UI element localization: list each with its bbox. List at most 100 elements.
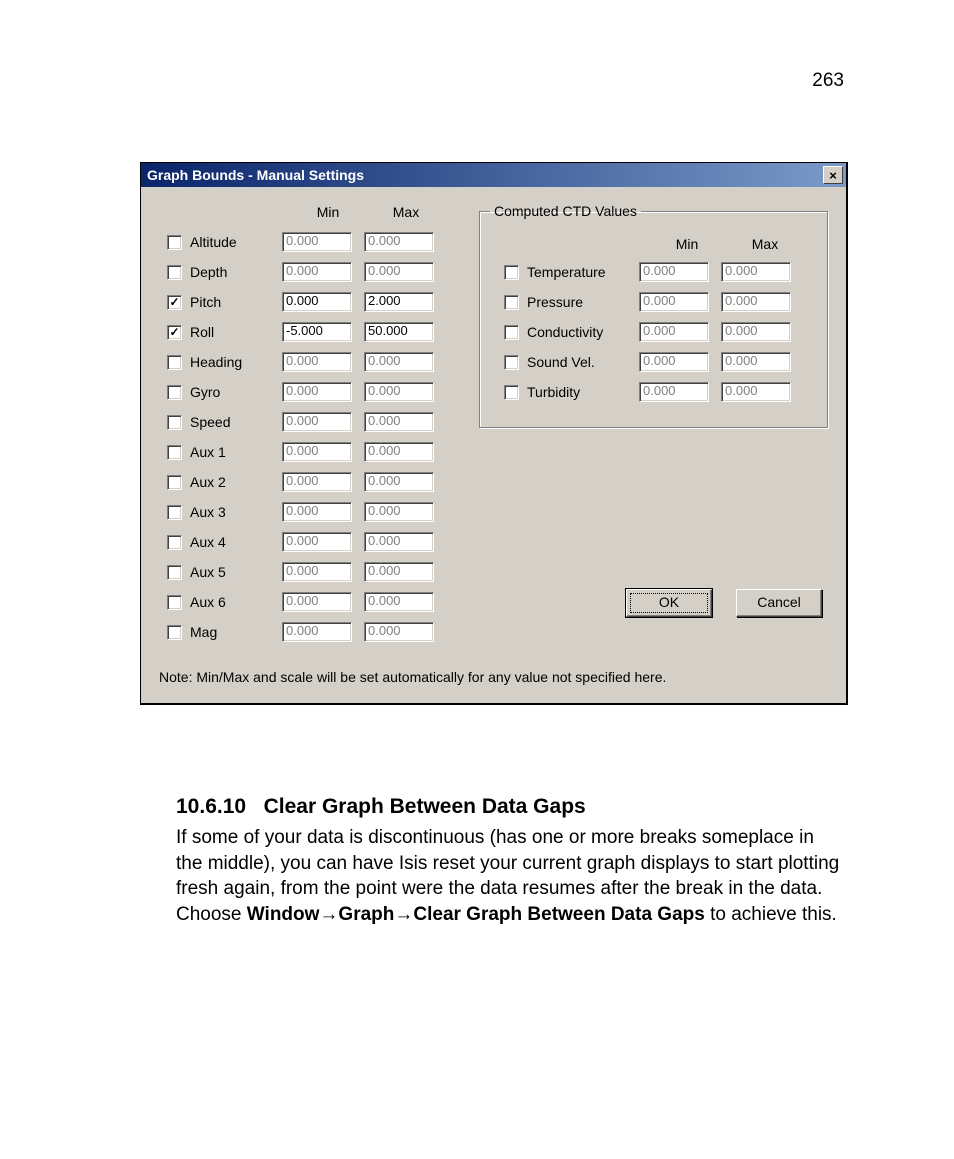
- ctd-checkbox[interactable]: [504, 295, 519, 310]
- param-label: Mag: [190, 624, 282, 640]
- max-header: Max: [367, 204, 445, 220]
- section-heading: 10.6.10 Clear Graph Between Data Gaps: [176, 795, 894, 819]
- param-checkbox[interactable]: [167, 385, 182, 400]
- ok-button[interactable]: OK: [626, 589, 712, 617]
- param-label: Pitch: [190, 294, 282, 310]
- max-input: 0.000: [364, 352, 434, 372]
- min-input: 0.000: [282, 442, 352, 462]
- max-input: 0.000: [364, 262, 434, 282]
- note-text: Note: Min/Max and scale will be set auto…: [159, 669, 828, 685]
- ctd-max-header: Max: [726, 236, 804, 252]
- param-row: Altitude0.0000.000: [159, 227, 459, 257]
- param-checkbox[interactable]: [167, 355, 182, 370]
- min-input: 0.000: [282, 592, 352, 612]
- min-input: 0.000: [282, 232, 352, 252]
- param-row: Aux 10.0000.000: [159, 437, 459, 467]
- min-input: 0.000: [282, 382, 352, 402]
- ctd-checkbox[interactable]: [504, 325, 519, 340]
- param-checkbox[interactable]: [167, 565, 182, 580]
- ctd-checkbox[interactable]: [504, 265, 519, 280]
- graph-bounds-dialog: Graph Bounds - Manual Settings × Min Max…: [140, 162, 848, 705]
- max-input: 0.000: [364, 562, 434, 582]
- min-header: Min: [289, 204, 367, 220]
- max-input: 0.000: [364, 592, 434, 612]
- min-input[interactable]: 0.000: [282, 292, 352, 312]
- param-checkbox[interactable]: [167, 325, 182, 340]
- close-icon[interactable]: ×: [823, 166, 843, 184]
- titlebar: Graph Bounds - Manual Settings ×: [141, 163, 846, 187]
- param-checkbox[interactable]: [167, 595, 182, 610]
- ctd-max-input: 0.000: [721, 322, 791, 342]
- param-label: Altitude: [190, 234, 282, 250]
- ctd-groupbox: Computed CTD Values Min Max Temperature0…: [479, 203, 828, 428]
- ctd-min-header: Min: [648, 236, 726, 252]
- ctd-max-input: 0.000: [721, 352, 791, 372]
- min-input[interactable]: -5.000: [282, 322, 352, 342]
- param-row: Roll-5.000 50.000: [159, 317, 459, 347]
- ctd-label: Turbidity: [527, 384, 639, 400]
- min-input: 0.000: [282, 622, 352, 642]
- max-input: 0.000: [364, 232, 434, 252]
- ctd-row: Sound Vel.0.0000.000: [490, 347, 817, 377]
- ctd-row: Turbidity0.0000.000: [490, 377, 817, 407]
- min-input: 0.000: [282, 562, 352, 582]
- ctd-checkbox[interactable]: [504, 385, 519, 400]
- params-header: Min Max: [159, 197, 459, 227]
- section-number: 10.6.10: [176, 795, 246, 818]
- min-input: 0.000: [282, 262, 352, 282]
- params-grid: Min Max Altitude0.0000.000Depth0.0000.00…: [159, 197, 459, 647]
- ctd-checkbox[interactable]: [504, 355, 519, 370]
- menu-path: Window→Graph→Clear Graph Between Data Ga…: [247, 904, 705, 925]
- ctd-header: Min Max: [490, 231, 817, 257]
- ctd-row: Pressure0.0000.000: [490, 287, 817, 317]
- ctd-min-input: 0.000: [639, 292, 709, 312]
- param-row: Aux 50.0000.000: [159, 557, 459, 587]
- button-row: OK Cancel: [479, 589, 828, 617]
- ctd-min-input: 0.000: [639, 382, 709, 402]
- min-input: 0.000: [282, 352, 352, 372]
- param-label: Aux 5: [190, 564, 282, 580]
- param-checkbox[interactable]: [167, 445, 182, 460]
- ctd-label: Conductivity: [527, 324, 639, 340]
- min-input: 0.000: [282, 502, 352, 522]
- param-row: Mag0.0000.000: [159, 617, 459, 647]
- max-input: 0.000: [364, 412, 434, 432]
- param-checkbox[interactable]: [167, 235, 182, 250]
- param-label: Depth: [190, 264, 282, 280]
- param-label: Aux 3: [190, 504, 282, 520]
- min-input: 0.000: [282, 412, 352, 432]
- max-input: 0.000: [364, 382, 434, 402]
- param-row: Gyro0.0000.000: [159, 377, 459, 407]
- ctd-label: Sound Vel.: [527, 354, 639, 370]
- param-row: Heading0.0000.000: [159, 347, 459, 377]
- ctd-max-input: 0.000: [721, 382, 791, 402]
- ctd-min-input: 0.000: [639, 322, 709, 342]
- ctd-label: Pressure: [527, 294, 639, 310]
- param-checkbox[interactable]: [167, 475, 182, 490]
- param-checkbox[interactable]: [167, 265, 182, 280]
- param-checkbox[interactable]: [167, 625, 182, 640]
- param-label: Heading: [190, 354, 282, 370]
- param-checkbox[interactable]: [167, 295, 182, 310]
- max-input: 0.000: [364, 532, 434, 552]
- param-row: Speed0.0000.000: [159, 407, 459, 437]
- param-label: Aux 1: [190, 444, 282, 460]
- max-input[interactable]: 50.000: [364, 322, 434, 342]
- ctd-legend: Computed CTD Values: [490, 203, 641, 219]
- ctd-label: Temperature: [527, 264, 639, 280]
- dialog-title: Graph Bounds - Manual Settings: [147, 167, 364, 183]
- param-label: Gyro: [190, 384, 282, 400]
- max-input: 0.000: [364, 442, 434, 462]
- param-checkbox[interactable]: [167, 505, 182, 520]
- ctd-min-input: 0.000: [639, 352, 709, 372]
- param-row: Aux 20.0000.000: [159, 467, 459, 497]
- max-input[interactable]: 2.000: [364, 292, 434, 312]
- param-row: Aux 40.0000.000: [159, 527, 459, 557]
- ctd-row: Temperature0.0000.000: [490, 257, 817, 287]
- param-label: Roll: [190, 324, 282, 340]
- cancel-button[interactable]: Cancel: [736, 589, 822, 617]
- param-checkbox[interactable]: [167, 415, 182, 430]
- max-input: 0.000: [364, 472, 434, 492]
- param-checkbox[interactable]: [167, 535, 182, 550]
- min-input: 0.000: [282, 472, 352, 492]
